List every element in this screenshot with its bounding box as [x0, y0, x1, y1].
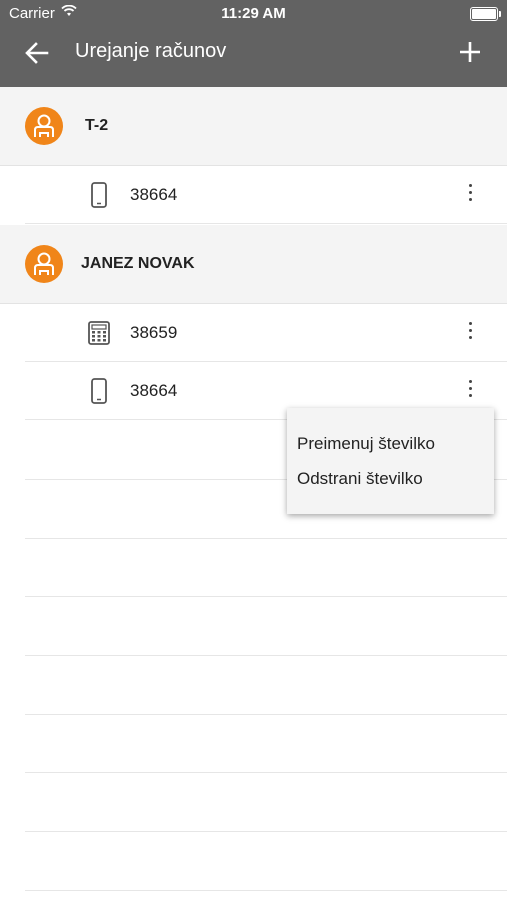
divider: [25, 223, 507, 224]
number-row[interactable]: 38659: [0, 304, 507, 362]
arrow-left-icon: [25, 42, 49, 64]
rename-number-menu-item[interactable]: Preimenuj številko: [297, 434, 435, 454]
divider: [25, 538, 507, 539]
divider: [25, 831, 507, 832]
more-options-button[interactable]: [460, 318, 480, 348]
more-options-button[interactable]: [460, 180, 480, 210]
number-row[interactable]: 38664: [0, 166, 507, 224]
page-title: Urejanje računov: [75, 40, 227, 62]
mobile-phone-icon: [88, 378, 110, 404]
divider: [25, 890, 507, 891]
landline-phone-icon: [88, 320, 110, 346]
context-menu: Preimenuj številko Odstrani številko: [287, 408, 494, 514]
account-avatar-icon: [25, 245, 63, 283]
battery-icon: [470, 7, 501, 21]
remove-number-menu-item[interactable]: Odstrani številko: [297, 469, 423, 489]
account-avatar-icon: [25, 107, 63, 145]
account-group-header: JANEZ NOVAK: [0, 225, 507, 304]
status-bar: Carrier 11:29 AM: [0, 0, 507, 28]
back-button[interactable]: [22, 38, 52, 68]
divider: [25, 596, 507, 597]
account-group-header: T-2: [0, 87, 507, 166]
more-options-button[interactable]: [460, 376, 480, 406]
top-header: Carrier 11:29 AM Urejanje računov: [0, 0, 507, 87]
phone-number: 38659: [130, 323, 178, 342]
nav-bar: Urejanje računov: [0, 28, 507, 87]
phone-number: 38664: [130, 185, 178, 204]
divider: [25, 772, 507, 773]
account-name: JANEZ NOVAK: [81, 255, 195, 272]
add-account-button[interactable]: [455, 37, 485, 67]
phone-number: 38664: [130, 381, 178, 400]
mobile-phone-icon: [88, 182, 110, 208]
divider: [25, 655, 507, 656]
account-name: T-2: [85, 117, 109, 134]
divider: [25, 714, 507, 715]
plus-icon: [460, 42, 480, 62]
clock: 11:29 AM: [221, 5, 286, 22]
